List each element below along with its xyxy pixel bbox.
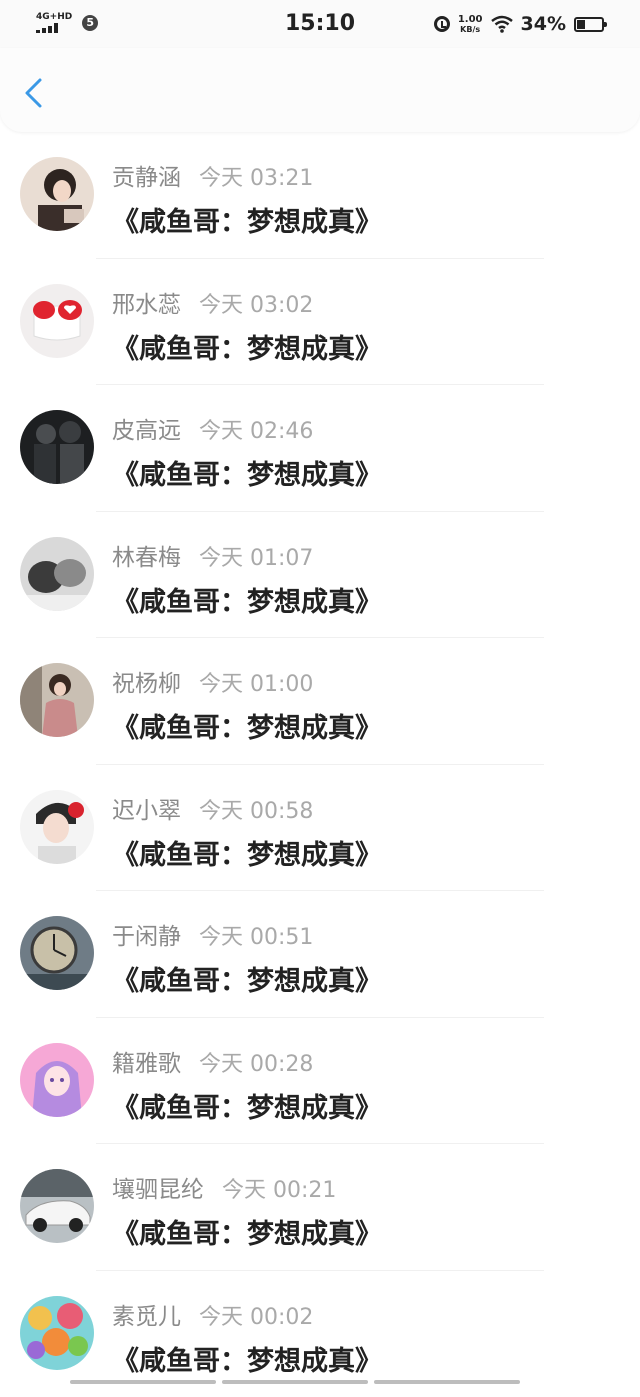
message-text: 《咸鱼哥：梦想成真》 xyxy=(112,1339,382,1378)
sender-name: 贡静涵 xyxy=(112,158,181,192)
message-text: 《咸鱼哥：梦想成真》 xyxy=(112,453,382,492)
list-item[interactable]: 邢水蕊 今天 03:02 《咸鱼哥：梦想成真》 xyxy=(0,259,640,386)
message-text: 《咸鱼哥：梦想成真》 xyxy=(112,1086,382,1125)
message-text: 《咸鱼哥：梦想成真》 xyxy=(112,327,382,366)
battery-icon xyxy=(574,17,604,32)
alarm-icon xyxy=(434,16,450,32)
avatar[interactable] xyxy=(20,790,94,864)
message-meta: 迟小翠 今天 00:58 xyxy=(112,791,313,825)
message-list: 贡静涵 今天 03:21 《咸鱼哥：梦想成真》 邢水蕊 今天 03:02 《咸鱼… xyxy=(0,132,640,1397)
message-time: 今天 01:07 xyxy=(199,540,313,572)
list-item[interactable]: 素觅儿 今天 00:02 《咸鱼哥：梦想成真》 xyxy=(0,1271,640,1397)
message-meta: 于闲静 今天 00:51 xyxy=(112,917,313,951)
status-right: 1.00 KB/s 34% xyxy=(434,13,604,35)
message-time: 今天 01:00 xyxy=(199,666,313,698)
avatar[interactable] xyxy=(20,1169,94,1243)
message-time: 今天 00:02 xyxy=(199,1299,313,1331)
avatar[interactable] xyxy=(20,410,94,484)
message-time: 今天 00:51 xyxy=(199,919,313,951)
sender-name: 壤驷昆纶 xyxy=(112,1170,204,1204)
message-meta: 祝杨柳 今天 01:00 xyxy=(112,664,313,698)
sender-name: 邢水蕊 xyxy=(112,285,181,319)
message-text: 《咸鱼哥：梦想成真》 xyxy=(112,580,382,619)
message-time: 今天 03:21 xyxy=(199,160,313,192)
list-item[interactable]: 林春梅 今天 01:07 《咸鱼哥：梦想成真》 xyxy=(0,512,640,639)
list-item[interactable]: 祝杨柳 今天 01:00 《咸鱼哥：梦想成真》 xyxy=(0,638,640,765)
message-time: 今天 00:21 xyxy=(222,1172,336,1204)
battery-percent: 34% xyxy=(521,13,566,35)
avatar[interactable] xyxy=(20,916,94,990)
message-meta: 林春梅 今天 01:07 xyxy=(112,538,313,572)
message-text: 《咸鱼哥：梦想成真》 xyxy=(112,706,382,745)
back-button[interactable] xyxy=(18,76,52,110)
network-speed-unit: KB/s xyxy=(460,25,480,34)
network-speed-value: 1.00 xyxy=(458,15,483,25)
message-meta: 壤驷昆纶 今天 00:21 xyxy=(112,1170,336,1204)
sender-name: 祝杨柳 xyxy=(112,664,181,698)
avatar[interactable] xyxy=(20,663,94,737)
list-item[interactable]: 壤驷昆纶 今天 00:21 《咸鱼哥：梦想成真》 xyxy=(0,1144,640,1271)
message-text: 《咸鱼哥：梦想成真》 xyxy=(112,1212,382,1251)
message-text: 《咸鱼哥：梦想成真》 xyxy=(112,959,382,998)
list-item[interactable]: 贡静涵 今天 03:21 《咸鱼哥：梦想成真》 xyxy=(0,132,640,259)
sender-name: 迟小翠 xyxy=(112,791,181,825)
message-meta: 皮高远 今天 02:46 xyxy=(112,411,313,445)
message-meta: 邢水蕊 今天 03:02 xyxy=(112,285,313,319)
message-time: 今天 02:46 xyxy=(199,413,313,445)
chevron-left-icon xyxy=(18,76,52,110)
avatar[interactable] xyxy=(20,284,94,358)
avatar[interactable] xyxy=(20,1043,94,1117)
list-item[interactable]: 于闲静 今天 00:51 《咸鱼哥：梦想成真》 xyxy=(0,891,640,1018)
avatar[interactable] xyxy=(20,1296,94,1370)
sender-name: 籍雅歌 xyxy=(112,1044,181,1078)
message-meta: 籍雅歌 今天 00:28 xyxy=(112,1044,313,1078)
sender-name: 于闲静 xyxy=(112,917,181,951)
sender-name: 皮高远 xyxy=(112,411,181,445)
message-time: 今天 03:02 xyxy=(199,287,313,319)
message-time: 今天 00:28 xyxy=(199,1046,313,1078)
message-time: 今天 00:58 xyxy=(199,793,313,825)
sender-name: 林春梅 xyxy=(112,538,181,572)
message-text: 《咸鱼哥：梦想成真》 xyxy=(112,200,382,239)
list-item[interactable]: 皮高远 今天 02:46 《咸鱼哥：梦想成真》 xyxy=(0,385,640,512)
list-item[interactable]: 迟小翠 今天 00:58 《咸鱼哥：梦想成真》 xyxy=(0,765,640,892)
message-text: 《咸鱼哥：梦想成真》 xyxy=(112,833,382,872)
wifi-icon xyxy=(491,15,513,33)
message-meta: 贡静涵 今天 03:21 xyxy=(112,158,313,192)
avatar[interactable] xyxy=(20,537,94,611)
avatar[interactable] xyxy=(20,157,94,231)
sender-name: 素觅儿 xyxy=(112,1297,181,1331)
nav-bar xyxy=(0,48,640,132)
list-item[interactable]: 籍雅歌 今天 00:28 《咸鱼哥：梦想成真》 xyxy=(0,1018,640,1145)
status-bar: 4G+HD 5 15:10 1.00 KB/s 34% xyxy=(0,0,640,48)
battery-fill xyxy=(577,20,585,29)
home-indicator xyxy=(70,1380,520,1384)
network-speed: 1.00 KB/s xyxy=(458,15,483,34)
message-meta: 素觅儿 今天 00:02 xyxy=(112,1297,313,1331)
